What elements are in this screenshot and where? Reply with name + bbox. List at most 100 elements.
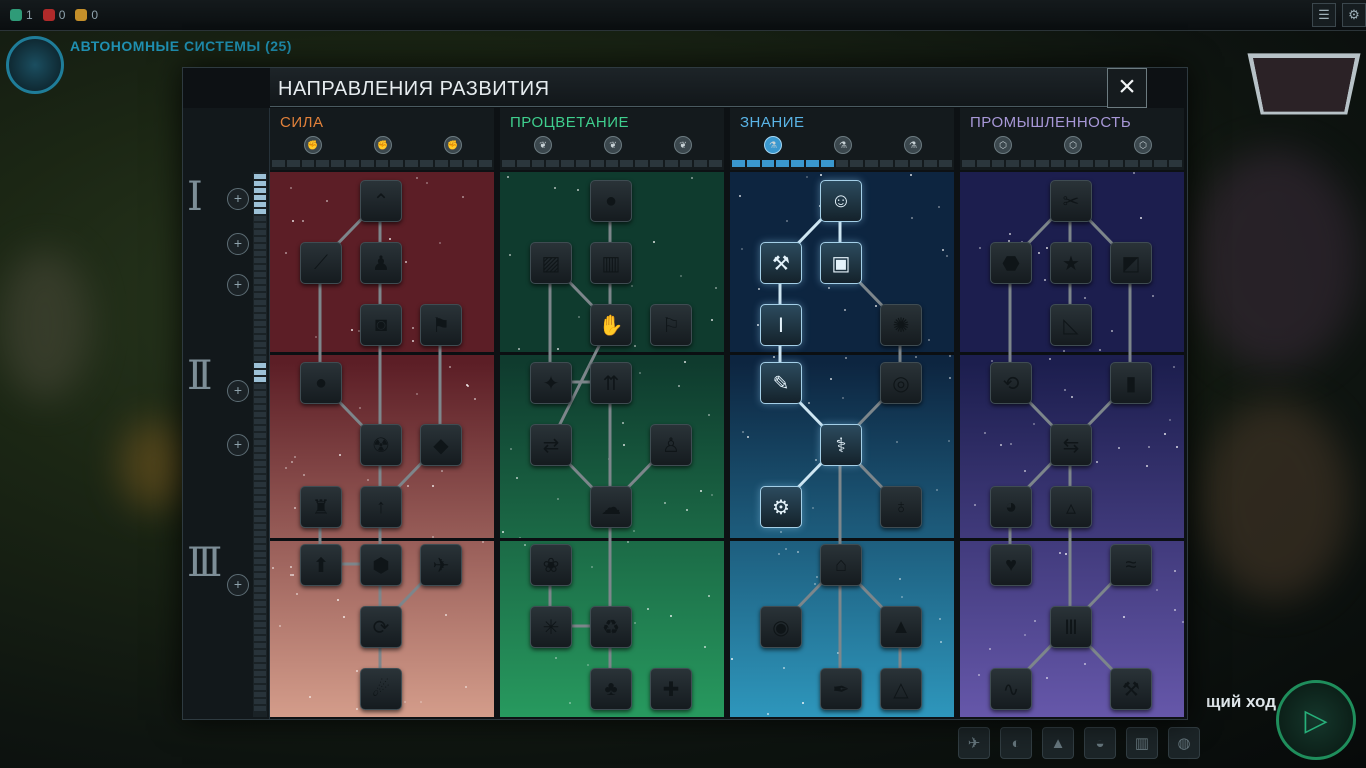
development-node[interactable]: ⬣ <box>990 242 1032 284</box>
development-node[interactable]: ▥ <box>590 242 632 284</box>
faction-name[interactable]: АВТОНОМНЫЕ СИСТЕМЫ (25) <box>70 38 292 54</box>
tier-slot[interactable]: + <box>227 380 249 402</box>
bottom-toolbar: ✈ ◐ ▲ ◒ ▥ ◍ <box>950 718 1288 768</box>
development-node[interactable]: ⬆ <box>300 544 342 586</box>
development-node[interactable]: ✎ <box>760 362 802 404</box>
tier-label-3: III <box>187 540 222 586</box>
development-node[interactable]: ▣ <box>820 242 862 284</box>
development-node[interactable]: ⚒ <box>760 242 802 284</box>
development-node[interactable]: ✳ <box>530 606 572 648</box>
chart-icon[interactable]: ▥ <box>1126 727 1158 759</box>
dish-icon[interactable]: ◒ <box>1084 727 1116 759</box>
tier-slot[interactable]: + <box>227 274 249 296</box>
column-title[interactable]: ПРОЦВЕТАНИЕ <box>510 114 629 131</box>
development-node[interactable]: ♁ <box>880 486 922 528</box>
development-node[interactable]: ⚒ <box>1110 668 1152 710</box>
resource-indicator[interactable]: 0 <box>42 8 65 22</box>
development-node[interactable]: ⟋ <box>300 242 342 284</box>
apple-bite-icon: ◕ <box>1004 495 1018 518</box>
development-node[interactable]: ∿ <box>990 668 1032 710</box>
development-node[interactable]: ✂ <box>1050 180 1092 222</box>
column-levels: ⬡ ⬡ ⬡ <box>968 136 1178 154</box>
development-node[interactable]: ⇆ <box>1050 424 1092 466</box>
development-node[interactable]: ☄ <box>360 668 402 710</box>
settings-icon[interactable]: ⚙ <box>1342 3 1366 27</box>
tier-slot[interactable]: + <box>227 574 249 596</box>
development-node[interactable]: ◙ <box>360 304 402 346</box>
development-node[interactable]: ⇈ <box>590 362 632 404</box>
end-turn-button[interactable]: ▷ <box>1276 680 1356 760</box>
development-node[interactable]: Ⅰ <box>760 304 802 346</box>
development-node[interactable]: ⌂ <box>820 544 862 586</box>
development-node[interactable]: ◉ <box>760 606 802 648</box>
development-node[interactable]: ▵ <box>1050 486 1092 528</box>
column-title[interactable]: ПРОМЫШЛЕННОСТЬ <box>970 114 1131 131</box>
development-node[interactable]: ◎ <box>880 362 922 404</box>
development-node[interactable]: ✈ <box>420 544 462 586</box>
development-node[interactable]: ♣ <box>590 668 632 710</box>
development-node[interactable]: ⚑ <box>420 304 462 346</box>
menu-icon[interactable]: ☰ <box>1312 3 1336 27</box>
terrain-icon[interactable]: ▲ <box>1042 727 1074 759</box>
column-knowledge: ЗНАНИЕ ⚗ ⚗ ⚗ ☺ ⚒ ▣ Ⅰ ✺ ✎ ◎ ⚕ ⚙ ♁ ⌂ ◉ ▲ ✒ △ <box>730 108 954 719</box>
loop-icon: ⟲ <box>1002 372 1020 395</box>
development-node[interactable]: ⚕ <box>820 424 862 466</box>
development-node[interactable]: ⟳ <box>360 606 402 648</box>
development-node[interactable]: ✦ <box>530 362 572 404</box>
development-node[interactable]: ◆ <box>420 424 462 466</box>
development-node[interactable]: ♜ <box>300 486 342 528</box>
development-node[interactable]: ⌃ <box>360 180 402 222</box>
globe-icon[interactable]: ◍ <box>1168 727 1200 759</box>
development-node[interactable]: ◕ <box>990 486 1032 528</box>
development-node[interactable]: ⇄ <box>530 424 572 466</box>
development-node[interactable]: ♟ <box>360 242 402 284</box>
development-node[interactable]: ▮ <box>1110 362 1152 404</box>
development-node[interactable]: ◺ <box>1050 304 1092 346</box>
development-node[interactable]: ▲ <box>880 606 922 648</box>
tier-slot[interactable]: + <box>227 233 249 255</box>
shuffle-icon: ⇆ <box>1062 434 1080 457</box>
column-header: СИЛА ✊ ✊ ✊ <box>270 108 494 170</box>
development-node[interactable]: ⬢ <box>360 544 402 586</box>
development-node[interactable]: ⚙ <box>760 486 802 528</box>
tier-slot[interactable]: + <box>227 434 249 456</box>
development-node[interactable]: ✋ <box>590 304 632 346</box>
development-node[interactable]: ⚐ <box>650 304 692 346</box>
development-node[interactable]: ☁ <box>590 486 632 528</box>
obelisk-icon: ▮ <box>1125 372 1137 395</box>
resource-indicator[interactable]: 0 <box>75 8 98 22</box>
tier-slot[interactable]: + <box>227 188 249 210</box>
recycle-icon: ♻ <box>602 616 620 639</box>
development-node[interactable]: ↑ <box>360 486 402 528</box>
development-node[interactable]: ☢ <box>360 424 402 466</box>
development-node[interactable]: ❀ <box>530 544 572 586</box>
top-hud-bar: 1 0 0 ☰ ⚙ <box>0 0 1366 31</box>
close-button[interactable]: × <box>1107 68 1147 108</box>
person-icon: ♙ <box>662 434 680 457</box>
resource-indicator[interactable]: 1 <box>10 8 33 22</box>
development-node[interactable]: △ <box>880 668 922 710</box>
planet-icon[interactable]: ◐ <box>1000 727 1032 759</box>
minimap[interactable] <box>1247 53 1361 115</box>
development-node[interactable]: ▨ <box>530 242 572 284</box>
development-node[interactable]: ⟲ <box>990 362 1032 404</box>
development-node[interactable]: ◩ <box>1110 242 1152 284</box>
development-node[interactable]: ● <box>590 180 632 222</box>
development-node[interactable]: ♻ <box>590 606 632 648</box>
exchange-icon: ⇄ <box>542 434 560 457</box>
development-node[interactable]: ✺ <box>880 304 922 346</box>
satellite-icon[interactable]: ✈ <box>958 727 990 759</box>
column-title[interactable]: ЗНАНИЕ <box>740 114 805 131</box>
development-node[interactable]: ★ <box>1050 242 1092 284</box>
development-node[interactable]: ≈ <box>1110 544 1152 586</box>
faction-emblem[interactable] <box>6 36 64 94</box>
development-node[interactable]: ♥ <box>990 544 1032 586</box>
development-node[interactable]: ♙ <box>650 424 692 466</box>
development-node[interactable]: Ⅲ <box>1050 606 1092 648</box>
development-node[interactable]: ✒ <box>820 668 862 710</box>
development-node[interactable]: ● <box>300 362 342 404</box>
hex-nut-icon: ⬢ <box>372 554 390 577</box>
development-node[interactable]: ✚ <box>650 668 692 710</box>
development-node[interactable]: ☺ <box>820 180 862 222</box>
column-title[interactable]: СИЛА <box>280 114 323 131</box>
